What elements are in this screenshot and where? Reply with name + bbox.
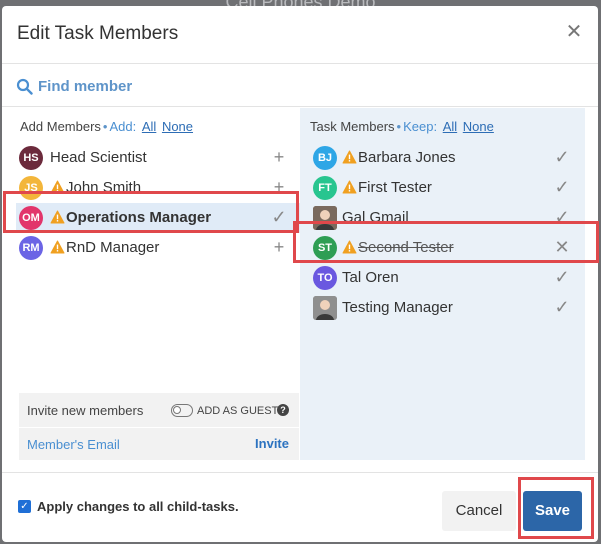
warning-icon: [50, 240, 65, 254]
add-as-guest-label: ADD AS GUEST: [197, 405, 279, 417]
avatar: JS: [19, 176, 43, 200]
add-members-column: Add Members • Add: All None HS Head Scienti…: [16, 108, 300, 460]
warning-icon: [50, 180, 65, 194]
add-none-link[interactable]: None: [162, 119, 193, 134]
avatar: ST: [313, 236, 337, 260]
add-icon[interactable]: +: [270, 238, 288, 256]
task-member-row[interactable]: ST Second Tester ✕: [300, 233, 585, 263]
check-icon[interactable]: ✓: [553, 178, 571, 196]
avatar: [313, 296, 337, 320]
member-name: Operations Manager: [66, 209, 212, 226]
invite-divider: [19, 427, 299, 428]
task-members-column: Task Members • Keep: All None BJ Barbara Jo…: [300, 108, 585, 460]
warning-icon: [342, 150, 357, 164]
task-member-row[interactable]: BJ Barbara Jones ✓: [300, 143, 585, 173]
add-member-row[interactable]: HS Head Scientist +: [16, 143, 300, 173]
avatar: TO: [313, 266, 337, 290]
search-icon: [16, 78, 33, 95]
check-icon[interactable]: ✓: [270, 208, 288, 226]
avatar: OM: [19, 206, 43, 230]
avatar: RM: [19, 236, 43, 260]
check-icon[interactable]: ✓: [553, 208, 571, 226]
warning-icon: [342, 180, 357, 194]
avatar: BJ: [313, 146, 337, 170]
invite-button[interactable]: Invite: [255, 436, 289, 451]
invite-new-members-panel: Invite new members ADD AS GUEST ? Invite: [19, 393, 299, 460]
add-member-row[interactable]: JS John Smith +: [16, 173, 300, 203]
task-member-row[interactable]: TO Tal Oren ✓: [300, 263, 585, 293]
edit-task-members-dialog: Edit Task Members ✕ Add Members•Add: All…: [2, 6, 598, 542]
member-email-input[interactable]: [27, 435, 227, 453]
dialog-header: Edit Task Members ✕: [2, 6, 598, 64]
keep-all-link[interactable]: All: [443, 119, 457, 134]
check-icon[interactable]: ✓: [553, 268, 571, 286]
member-name: Head Scientist: [50, 149, 147, 166]
member-name: Barbara Jones: [358, 149, 456, 166]
dialog-footer: ✓ Apply changes to all child-tasks. Canc…: [2, 472, 598, 542]
help-icon[interactable]: ?: [277, 404, 289, 416]
apply-child-tasks-checkbox[interactable]: ✓: [18, 500, 31, 513]
avatar: HS: [19, 146, 43, 170]
save-button[interactable]: Save: [523, 491, 582, 531]
find-member-bar: [2, 65, 598, 107]
avatar: FT: [313, 176, 337, 200]
add-members-label: Add Members: [20, 119, 101, 134]
member-name: Testing Manager: [342, 299, 453, 316]
task-members-header: Task Members • Keep: All None: [310, 119, 494, 134]
check-icon[interactable]: ✓: [553, 298, 571, 316]
member-name: Tal Oren: [342, 269, 399, 286]
check-icon[interactable]: ✓: [553, 148, 571, 166]
add-icon[interactable]: +: [270, 178, 288, 196]
add-all-link[interactable]: All: [142, 119, 156, 134]
task-members-label: Task Members: [310, 119, 395, 134]
add-member-row[interactable]: OM Operations Manager ✓: [16, 203, 300, 233]
member-name: Gal Gmail: [342, 209, 409, 226]
member-name: John Smith: [66, 179, 142, 196]
keep-none-link[interactable]: None: [463, 119, 494, 134]
apply-child-tasks-label: Apply changes to all child-tasks.: [37, 499, 239, 514]
avatar: [313, 206, 337, 230]
invite-title: Invite new members: [27, 403, 144, 418]
task-member-row[interactable]: Gal Gmail ✓: [300, 203, 585, 233]
add-label: Add:: [109, 119, 137, 134]
member-name: RnD Manager: [66, 239, 160, 256]
find-member-input[interactable]: [38, 75, 438, 97]
remove-icon[interactable]: ✕: [553, 238, 571, 256]
warning-icon: [342, 240, 357, 254]
keep-label: Keep:: [403, 119, 438, 134]
warning-icon: [50, 210, 65, 224]
task-member-row[interactable]: Testing Manager ✓: [300, 293, 585, 323]
member-name: First Tester: [358, 179, 432, 196]
member-name: Second Tester: [358, 239, 454, 256]
add-members-header: Add Members • Add: All None: [20, 119, 194, 134]
add-icon[interactable]: +: [270, 148, 288, 166]
add-member-row[interactable]: RM RnD Manager +: [16, 233, 300, 263]
dialog-title: Edit Task Members: [17, 23, 179, 44]
add-as-guest-toggle[interactable]: [171, 404, 193, 417]
cancel-button[interactable]: Cancel: [442, 491, 516, 531]
task-member-row[interactable]: FT First Tester ✓: [300, 173, 585, 203]
close-icon[interactable]: ✕: [564, 22, 584, 42]
